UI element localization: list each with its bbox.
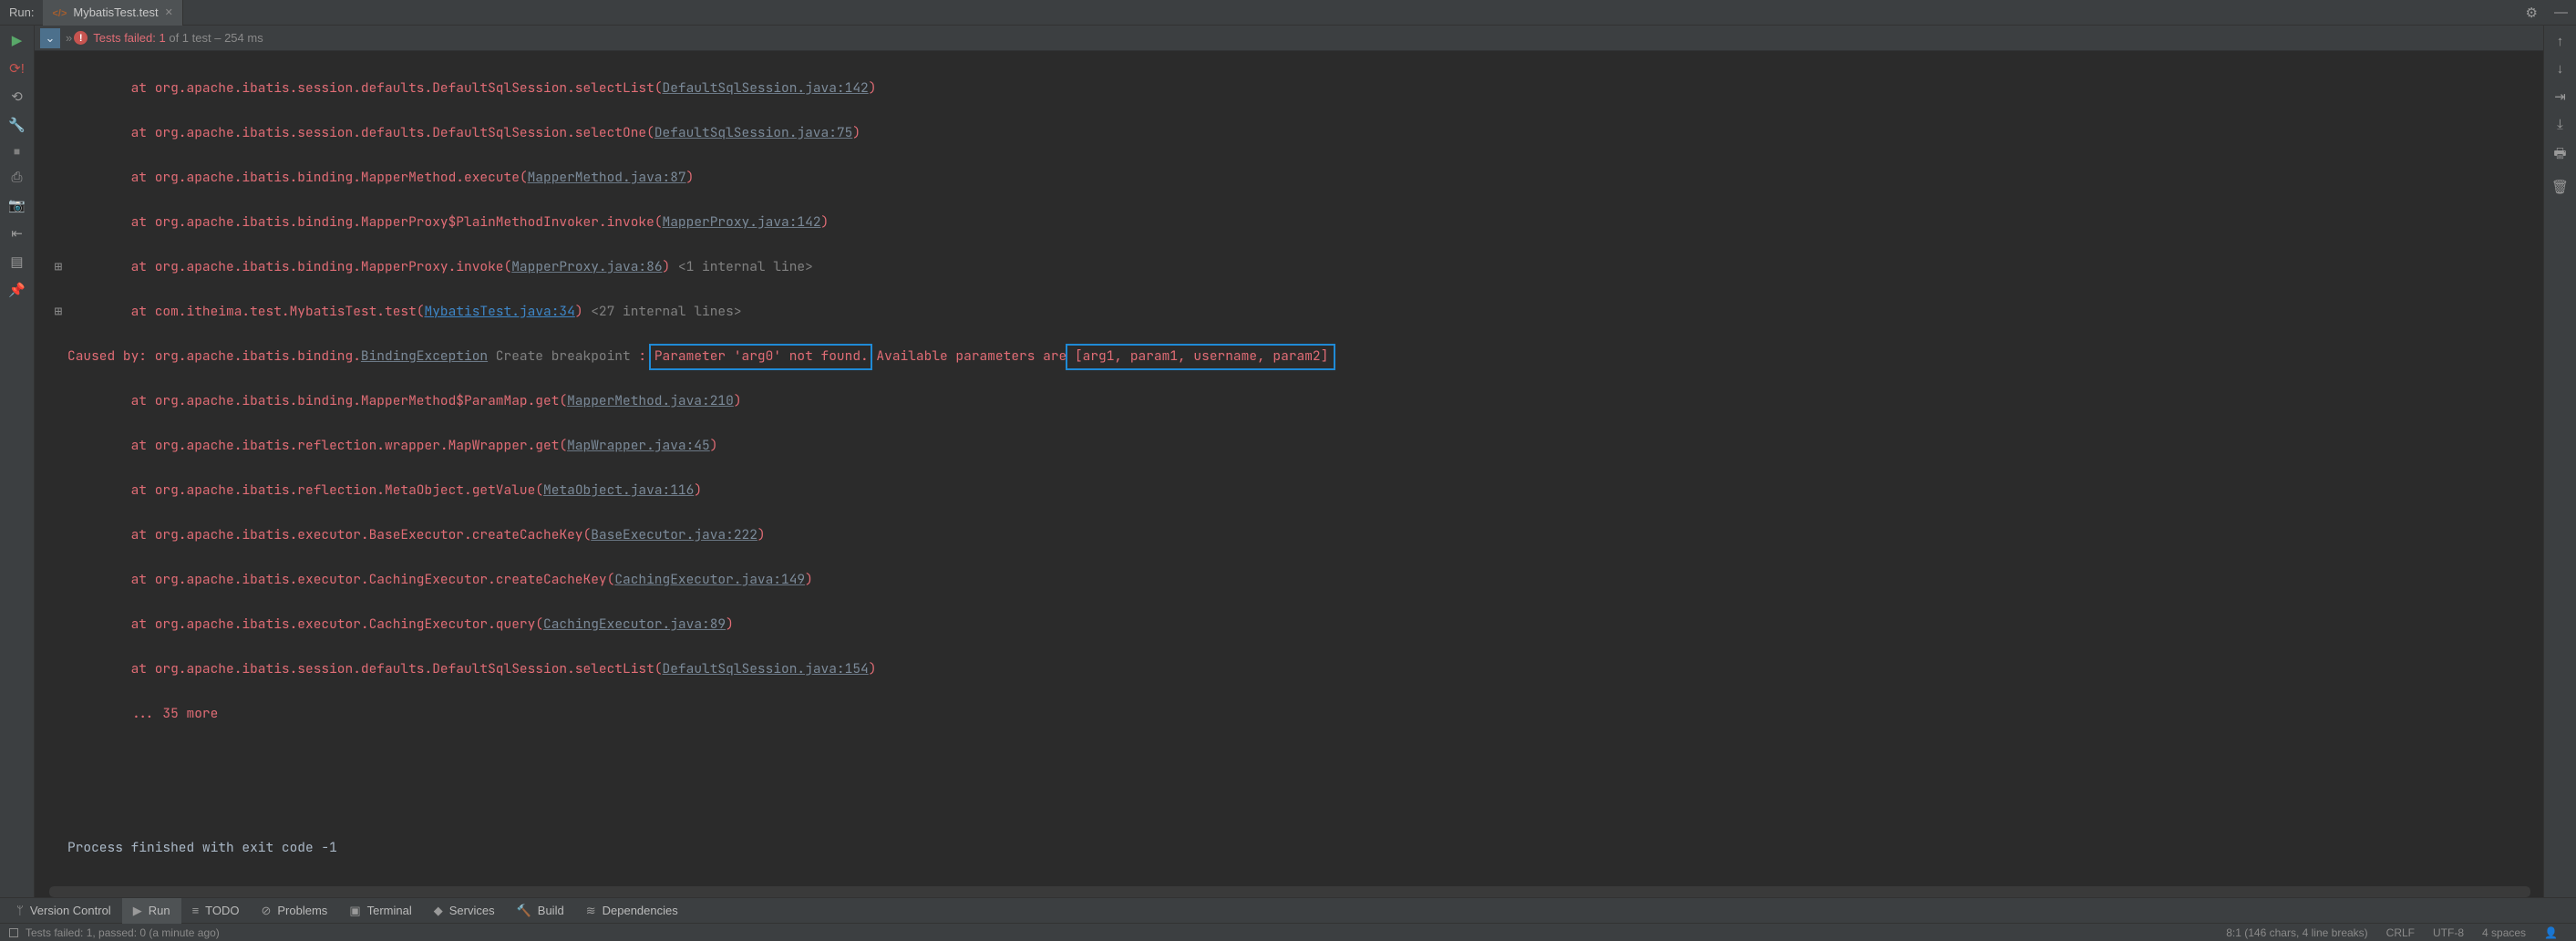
console-panel: ⌄ » ! Tests failed: 1 of 1 test – 254 ms…	[35, 26, 2543, 897]
stack-line: at org.apache.ibatis.reflection.MetaObje…	[49, 480, 2543, 502]
collapse-tree-button[interactable]: ⌄	[40, 28, 60, 48]
status-indicator-icon[interactable]	[9, 928, 18, 937]
source-link[interactable]: MapperProxy.java:142	[663, 213, 821, 231]
tab-todo[interactable]: ≡TODO	[181, 898, 251, 924]
stack-line: ⊞ at org.apache.ibatis.binding.MapperPro…	[49, 256, 2543, 279]
caret-position[interactable]: 8:1 (146 chars, 4 line breaks)	[2217, 926, 2376, 939]
test-file-icon	[52, 5, 67, 19]
highlight-box-2	[1066, 344, 1335, 370]
stop-icon[interactable]: ■	[8, 145, 26, 158]
terminal-icon: ▣	[349, 904, 360, 918]
stack-line: at org.apache.ibatis.executor.CachingExe…	[49, 614, 2543, 636]
tab-build[interactable]: 🔨Build	[506, 898, 575, 924]
dbl-chevron: »	[66, 31, 72, 45]
source-link[interactable]: MapperMethod.java:210	[567, 392, 734, 409]
soft-wrap-icon[interactable]: ⇥	[2551, 88, 2570, 105]
highlight-box-1	[649, 344, 872, 370]
todo-icon: ≡	[192, 904, 200, 917]
stack-line: at org.apache.ibatis.binding.MapperProxy…	[49, 212, 2543, 234]
run-tool-body: ▶ ⟳! ⟲ 🔧 ■ ⎙ 📷 ⇤ ▤ 📌 ⌄ » ! Tests failed:…	[0, 26, 2576, 897]
wrench-icon[interactable]: 🔧	[8, 117, 26, 133]
stack-icon: ≋	[586, 904, 596, 918]
tab-services[interactable]: ◆Services	[423, 898, 506, 924]
horizontal-scrollbar[interactable]	[49, 886, 2530, 897]
warning-icon: ⊘	[261, 904, 271, 918]
scroll-to-end-icon[interactable]: ⤓	[2551, 117, 2570, 132]
source-link[interactable]: DefaultSqlSession.java:142	[663, 79, 869, 97]
test-status-row: ⌄ » ! Tests failed: 1 of 1 test – 254 ms	[35, 26, 2543, 51]
indent[interactable]: 4 spaces	[2473, 926, 2535, 939]
print-icon[interactable]: 🖶	[2551, 144, 2570, 167]
stack-line: at org.apache.ibatis.executor.CachingExe…	[49, 569, 2543, 592]
dump-icon[interactable]: ⎙	[8, 170, 26, 185]
stack-line: ⊞ at com.itheima.test.MybatisTest.test(M…	[49, 301, 2543, 324]
fail-badge-icon: !	[74, 31, 88, 45]
exception-link[interactable]: BindingException	[361, 347, 488, 365]
layout-icon[interactable]: ▤	[8, 253, 26, 270]
tab-terminal[interactable]: ▣Terminal	[338, 898, 422, 924]
line-ending[interactable]: CRLF	[2377, 926, 2424, 939]
run-tool-header: Run: MybatisTest.test ✕ ⚙ —	[0, 0, 2576, 26]
hammer-icon: 🔨	[517, 904, 531, 918]
create-breakpoint-hint[interactable]: Create breakpoint	[488, 347, 638, 365]
encoding[interactable]: UTF-8	[2424, 926, 2473, 939]
tab-title: MybatisTest.test	[73, 5, 158, 19]
source-link[interactable]: CachingExecutor.java:89	[543, 615, 726, 633]
stack-line: at org.apache.ibatis.binding.MapperMetho…	[49, 167, 2543, 190]
camera-icon[interactable]: 📷	[8, 197, 26, 213]
expand-icon[interactable]: ⊞	[49, 301, 67, 324]
right-toolbar: ↑ ↓ ⇥ ⤓ 🖶 🗑	[2543, 26, 2576, 897]
status-left: Tests failed: 1, passed: 0 (a minute ago…	[26, 926, 220, 939]
source-link[interactable]: MapperProxy.java:86	[511, 258, 662, 275]
minimize-icon[interactable]: —	[2546, 5, 2576, 20]
tab-run[interactable]: ▶Run	[122, 898, 181, 924]
play-icon: ▶	[133, 904, 142, 918]
stack-line: at org.apache.ibatis.binding.MapperMetho…	[49, 390, 2543, 413]
source-link[interactable]: BaseExecutor.java:222	[591, 526, 757, 543]
stack-line: at org.apache.ibatis.session.defaults.De…	[49, 122, 2543, 145]
source-link[interactable]: MybatisTest.java:34	[425, 303, 575, 320]
stack-line: at org.apache.ibatis.session.defaults.De…	[49, 658, 2543, 681]
left-toolbar: ▶ ⟳! ⟲ 🔧 ■ ⎙ 📷 ⇤ ▤ 📌	[0, 26, 35, 897]
gear-icon[interactable]: ⚙	[2518, 5, 2546, 21]
rerun-icon[interactable]: ▶	[8, 32, 26, 48]
exit-code-line: Process finished with exit code -1	[49, 837, 2543, 860]
pin-icon[interactable]: 📌	[8, 282, 26, 298]
tab-problems[interactable]: ⊘Problems	[250, 898, 338, 924]
stack-line: at org.apache.ibatis.session.defaults.De…	[49, 78, 2543, 100]
stack-line: at org.apache.ibatis.executor.BaseExecut…	[49, 524, 2543, 547]
status-bar: Tests failed: 1, passed: 0 (a minute ago…	[0, 923, 2576, 941]
source-link[interactable]: MapperMethod.java:87	[528, 169, 686, 186]
test-summary: Tests failed: 1 of 1 test – 254 ms	[93, 31, 263, 45]
run-label: Run:	[0, 5, 43, 19]
rerun-failed-icon[interactable]: ⟳!	[8, 60, 26, 77]
console-output[interactable]: at org.apache.ibatis.session.defaults.De…	[35, 51, 2543, 884]
services-icon: ◆	[434, 904, 443, 918]
source-link[interactable]: MetaObject.java:116	[543, 481, 694, 499]
inspection-icon[interactable]: 👤	[2535, 926, 2567, 939]
scroll-down-icon[interactable]: ↓	[2551, 61, 2570, 77]
source-link[interactable]: DefaultSqlSession.java:154	[663, 660, 869, 677]
run-config-tab[interactable]: MybatisTest.test ✕	[43, 0, 182, 26]
tab-dependencies[interactable]: ≋Dependencies	[575, 898, 689, 924]
exit-icon[interactable]: ⇤	[8, 225, 26, 242]
source-link[interactable]: DefaultSqlSession.java:75	[654, 124, 853, 141]
tab-version-control[interactable]: ᛘVersion Control	[5, 898, 122, 924]
bottom-toolwindow-bar: ᛘVersion Control ▶Run ≡TODO ⊘Problems ▣T…	[0, 897, 2576, 923]
source-link[interactable]: CachingExecutor.java:149	[614, 571, 805, 588]
close-icon[interactable]: ✕	[165, 6, 173, 18]
branch-icon: ᛘ	[16, 904, 24, 917]
source-link[interactable]: MapWrapper.java:45	[567, 437, 710, 454]
stack-more: ... 35 more	[49, 703, 2543, 726]
stack-line: at org.apache.ibatis.reflection.wrapper.…	[49, 435, 2543, 458]
expand-icon[interactable]: ⊞	[49, 256, 67, 279]
toggle-auto-icon[interactable]: ⟲	[8, 88, 26, 105]
trash-icon[interactable]: 🗑	[2551, 179, 2570, 195]
scroll-up-icon[interactable]: ↑	[2551, 34, 2570, 49]
